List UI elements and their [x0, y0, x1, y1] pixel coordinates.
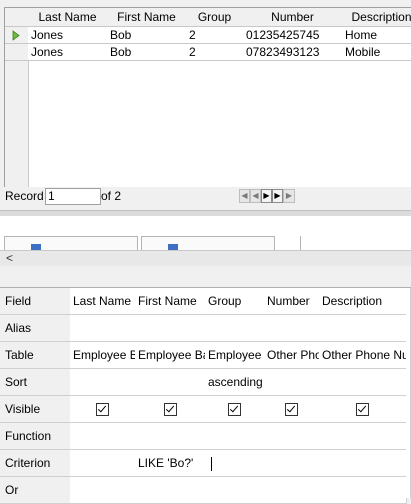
function-cell[interactable] [264, 423, 320, 450]
visible-cell[interactable] [264, 396, 320, 423]
design-column-header[interactable] [205, 266, 265, 288]
design-column-header[interactable] [319, 266, 407, 288]
table-cell[interactable]: Mobile [342, 44, 411, 61]
table-cell[interactable]: Bob [107, 44, 187, 61]
design-column-header[interactable] [135, 266, 206, 288]
or-cell[interactable] [70, 477, 136, 504]
table-cell[interactable]: 2 [186, 27, 244, 44]
table-cell[interactable]: 07823493123 [243, 44, 343, 61]
first-record-button[interactable]: ◀ [239, 189, 250, 203]
field-cell[interactable]: Group [205, 288, 265, 315]
row-label-table: Table [0, 342, 71, 369]
table-cell[interactable]: 2 [186, 44, 244, 61]
sort-cell[interactable] [70, 369, 136, 396]
visible-checkbox[interactable] [96, 403, 109, 417]
visible-checkbox[interactable] [285, 403, 298, 417]
criterion-cell[interactable]: LIKE 'Bo?' [135, 450, 206, 477]
table-design-area[interactable] [0, 216, 411, 251]
criterion-cell[interactable] [70, 450, 136, 477]
sort-cell[interactable] [135, 369, 206, 396]
record-number-input[interactable]: 1 [45, 188, 101, 205]
table-cell[interactable]: Bob [107, 27, 187, 44]
next-record-button[interactable]: ▶ [261, 189, 272, 203]
previous-record-button[interactable]: ◀ [250, 189, 261, 203]
alias-cell[interactable] [70, 315, 136, 342]
record-number-value: 1 [48, 189, 55, 203]
record-label: Record [5, 189, 44, 203]
field-cell[interactable]: Number [264, 288, 320, 315]
column-header-number[interactable]: Number [243, 8, 343, 27]
new-record-button[interactable]: ▶ [283, 189, 295, 203]
criterion-cell[interactable] [264, 450, 320, 477]
column-header-last-name[interactable]: Last Name [28, 8, 108, 27]
row-label-function: Function [0, 423, 71, 450]
alias-cell[interactable] [319, 315, 407, 342]
row-label-criterion: Criterion [0, 450, 71, 477]
visible-checkbox[interactable] [163, 403, 177, 417]
table-window-employee[interactable] [4, 236, 138, 251]
table-cell[interactable]: Jones [28, 44, 108, 61]
table-cell[interactable]: Jones [28, 27, 108, 44]
table-cell[interactable]: Employee Ba [135, 342, 206, 369]
visible-cell[interactable] [205, 396, 265, 423]
query-design-grid[interactable]: Field Alias Table Sort Visible Function … [0, 266, 411, 504]
row-header-1[interactable] [5, 27, 29, 44]
alias-cell[interactable] [135, 315, 206, 342]
field-cell[interactable]: First Name [135, 288, 206, 315]
visible-checkbox[interactable] [228, 403, 241, 417]
record-navigation-bar: Record 1 of 2 ◀ ◀ ▶ ▶ ▶ [4, 187, 411, 206]
visible-cell[interactable] [135, 396, 206, 423]
design-column-header[interactable] [70, 266, 136, 288]
row-label-or: Or [0, 477, 71, 504]
or-cell[interactable] [264, 477, 320, 504]
horizontal-scrollbar[interactable]: < [0, 250, 411, 266]
function-cell[interactable] [70, 423, 136, 450]
column-header-description[interactable]: Description [342, 8, 411, 27]
function-cell[interactable] [205, 423, 265, 450]
design-grid-corner [0, 266, 71, 288]
criterion-cell[interactable] [319, 450, 407, 477]
table-cell[interactable]: Employee [205, 342, 265, 369]
visible-checkbox[interactable] [356, 403, 369, 417]
sort-cell[interactable] [264, 369, 320, 396]
last-record-button[interactable]: ▶ [272, 189, 283, 203]
table-cell[interactable]: Other Pho [264, 342, 320, 369]
or-cell[interactable] [205, 477, 265, 504]
record-count-text: of 2 [101, 189, 122, 203]
sort-cell[interactable]: ascending [205, 369, 265, 396]
row-label-sort: Sort [0, 369, 71, 396]
grid-corner[interactable] [5, 8, 29, 27]
table-cell[interactable]: Other Phone Nu [319, 342, 407, 369]
row-label-field: Field [0, 288, 71, 315]
table-window-other-phone[interactable] [141, 236, 275, 251]
result-grid[interactable]: Last Name First Name Group Number Descri… [4, 7, 411, 188]
function-cell[interactable] [319, 423, 407, 450]
visible-cell[interactable] [319, 396, 407, 423]
text-cursor [211, 456, 212, 471]
design-column-header[interactable] [264, 266, 320, 288]
current-row-arrow-icon [12, 30, 20, 41]
column-header-group[interactable]: Group [186, 8, 244, 27]
field-cell[interactable]: Description [319, 288, 407, 315]
table-cell[interactable]: Employee B [70, 342, 136, 369]
alias-cell[interactable] [205, 315, 265, 342]
function-cell[interactable] [135, 423, 206, 450]
row-label-visible: Visible [0, 396, 71, 423]
field-cell[interactable]: Last Name [70, 288, 136, 315]
table-cell[interactable]: 01235425745 [243, 27, 343, 44]
or-cell[interactable] [319, 477, 407, 504]
visible-cell[interactable] [70, 396, 136, 423]
design-column-header[interactable] [406, 266, 411, 288]
table-cell[interactable]: Home [342, 27, 411, 44]
criterion-cell[interactable] [205, 450, 265, 477]
or-cell[interactable] [135, 477, 206, 504]
row-header-2[interactable] [5, 44, 29, 61]
empty-design-column[interactable] [406, 288, 411, 498]
scroll-left-icon[interactable]: < [6, 251, 13, 265]
alias-cell[interactable] [264, 315, 320, 342]
column-header-first-name[interactable]: First Name [107, 8, 187, 27]
row-label-alias: Alias [0, 315, 71, 342]
sort-cell[interactable] [319, 369, 407, 396]
table-window-edge [300, 236, 301, 250]
